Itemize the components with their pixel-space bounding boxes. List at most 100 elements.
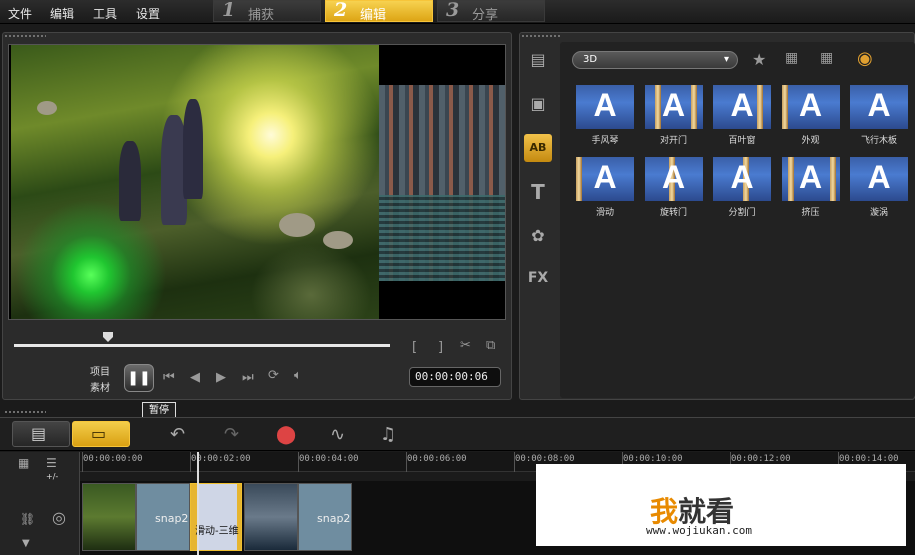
expand-icon[interactable]: ▼ [22, 538, 30, 549]
menu-settings[interactable]: 设置 [136, 5, 160, 22]
timecode-display[interactable]: 00:00:00:06 [409, 367, 501, 387]
next-frame-icon[interactable]: ▶ [216, 370, 226, 385]
step-label: 分享 [472, 8, 499, 23]
clip-label: snap2 [155, 512, 189, 525]
panel-grip [4, 410, 46, 414]
apply-random-icon[interactable]: ▦ [785, 50, 798, 66]
apply-selected-icon[interactable]: ▦ [820, 50, 833, 66]
ruler-tick-label: 00:00:06:00 [407, 454, 467, 464]
repeat-icon[interactable]: ⟳ [268, 368, 279, 383]
end-icon[interactable]: ⏭ [242, 370, 254, 385]
mark-out-icon[interactable]: ] [438, 340, 443, 355]
transition-thumbnail[interactable]: A [643, 84, 704, 130]
track-controls-label[interactable]: +/- [46, 472, 58, 481]
thumbnail-letter: A [798, 87, 823, 123]
step-edit-tab[interactable]: 2 编辑 [325, 0, 433, 23]
transition-label: 手风琴 [591, 136, 619, 146]
panel-grip [521, 34, 561, 38]
transition-label: 旋转门 [659, 208, 687, 218]
ruler-tick-label: 00:00:00:00 [83, 454, 143, 464]
redo-icon[interactable]: ↷ [224, 424, 239, 445]
add-favorite-icon[interactable]: ★ [752, 50, 766, 69]
transition-label: 百叶窗 [728, 136, 756, 146]
step-label: 编辑 [360, 8, 387, 23]
show-all-tracks-icon[interactable]: ▦ [18, 456, 29, 470]
transition-label: 分割门 [728, 208, 756, 218]
scissors-icon[interactable]: ✂ [460, 338, 471, 353]
timeline-icon: ▭ [91, 424, 107, 443]
auto-music-icon[interactable]: ♫ [380, 424, 396, 445]
preview-frame-main [11, 45, 379, 319]
record-capture-icon[interactable]: ⬤ [276, 424, 296, 445]
media-tab-icon[interactable]: ▤ [524, 46, 552, 74]
ripple-edit-icon[interactable]: ⛓ [20, 512, 35, 526]
home-icon[interactable]: ⏮ [163, 370, 175, 385]
thumbnail-letter: A [661, 87, 686, 123]
transition-thumbnail[interactable]: A [780, 84, 841, 130]
instant-project-tab-icon[interactable]: ▣ [524, 90, 552, 118]
pause-button[interactable]: ❚❚ [124, 364, 154, 392]
timeline-toolbar [0, 417, 915, 451]
menu-file[interactable]: 文件 [8, 5, 32, 22]
thumbnail-letter: A [593, 87, 617, 123]
ruler-tick-label: 00:00:12:00 [731, 454, 791, 464]
timeline-clip-1[interactable] [82, 483, 136, 551]
transition-label: 漩涡 [869, 208, 888, 218]
step-label: 捕获 [248, 8, 275, 23]
transition-label: 挤压 [801, 208, 820, 218]
thumbnail-letter: A [661, 159, 686, 195]
thumbnail-letter: A [867, 159, 891, 195]
mode-clip-label[interactable]: 素材 [90, 379, 110, 394]
step-share-tab[interactable]: 3 分享 [437, 0, 545, 23]
track-header: ▦ ☰ +/- ⛓ ◎ ▼ [0, 452, 80, 555]
thumbnail-letter: A [730, 87, 754, 123]
scrubber-bar[interactable] [14, 344, 390, 347]
previous-frame-icon[interactable]: ◀ [190, 370, 200, 385]
transition-label: 外观 [801, 136, 820, 146]
thumbnail-letter: A [867, 87, 891, 123]
transition-thumbnail[interactable]: A [643, 156, 704, 202]
volume-icon[interactable]: 🔈︎ [294, 368, 302, 383]
step-capture-tab[interactable]: 1 捕获 [213, 0, 321, 23]
transition-thumbnail[interactable]: A [712, 156, 772, 202]
sound-mixer-icon[interactable]: ∿ [330, 424, 345, 445]
thumbnail-letter: A [798, 159, 823, 195]
transition-thumbnail[interactable]: A [575, 156, 635, 202]
ruler-tick-label: 00:00:04:00 [299, 454, 359, 464]
timeline-clip-2[interactable] [244, 483, 298, 551]
options-icon[interactable]: ◉ [857, 48, 873, 69]
thumbnail-letter: A [593, 159, 617, 195]
clip-label: snap2 [317, 512, 351, 525]
mode-project-label[interactable]: 项目 [90, 363, 110, 378]
chevron-down-icon: ▾ [723, 54, 729, 65]
transition-label: 对开门 [659, 136, 687, 146]
track-manager-icon[interactable]: ☰ [46, 456, 57, 470]
video-track-icon: ◎ [52, 508, 66, 527]
ruler-tick-label: 00:00:14:00 [839, 454, 899, 464]
transition-tab[interactable]: AB [524, 134, 552, 162]
transition-thumbnail[interactable]: A [712, 84, 772, 130]
step-number: 2 [334, 0, 348, 21]
menu-edit[interactable]: 编辑 [50, 5, 74, 22]
timeline-playhead[interactable] [197, 452, 199, 555]
category-dropdown[interactable]: 3D ▾ [572, 51, 738, 69]
enlarge-icon[interactable]: ⧉ [486, 338, 495, 353]
graphic-tab-icon[interactable]: ✿ [524, 222, 552, 250]
step-number: 1 [222, 0, 236, 21]
transition-thumbnail[interactable]: A [780, 156, 841, 202]
preview-window [8, 44, 506, 320]
filter-tab[interactable]: FX [524, 264, 552, 292]
watermark-url: www.wojiukan.com [646, 524, 752, 537]
timeline-clip-snap2-a[interactable]: snap2 [136, 483, 190, 551]
menu-tools[interactable]: 工具 [93, 5, 117, 22]
title-tab[interactable]: T [524, 178, 552, 206]
transition-thumbnail[interactable]: A [575, 84, 635, 130]
undo-icon[interactable]: ↶ [170, 424, 185, 445]
transition-thumbnail[interactable]: A [849, 84, 909, 130]
mark-in-icon[interactable]: [ [412, 340, 417, 355]
transition-thumbnail[interactable]: A [849, 156, 909, 202]
storyboard-view-button[interactable]: ▤ [12, 421, 70, 447]
timeline-clip-snap2-b[interactable]: snap2 [298, 483, 352, 551]
timeline-view-button[interactable]: ▭ [72, 421, 130, 447]
step-number: 3 [446, 0, 460, 21]
